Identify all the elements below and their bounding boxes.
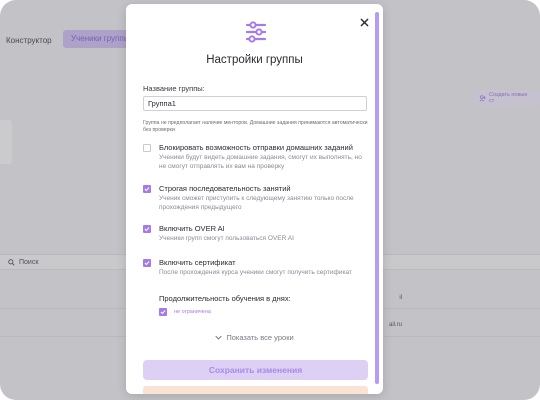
close-button[interactable] xyxy=(357,15,372,30)
chevron-down-icon xyxy=(215,335,222,340)
unlimited-label: не ограничена xyxy=(174,309,211,315)
option-title: Включить OVER AI xyxy=(159,224,225,233)
modal-scrollbar[interactable] xyxy=(375,12,379,384)
show-all-label: Показать все уроки xyxy=(226,333,294,342)
check-icon xyxy=(160,310,166,315)
option-title: Включить сертификат xyxy=(159,258,236,267)
check-icon xyxy=(144,227,150,232)
show-all-lessons-toggle[interactable]: Показать все уроки xyxy=(126,333,383,342)
option-title: Блокировать возможность отправки домашни… xyxy=(159,143,353,152)
option-description: Ученики групп смогут пользоваться OVER A… xyxy=(159,235,294,242)
checkbox-unlimited[interactable] xyxy=(159,308,167,316)
save-button[interactable]: Сохранить изменения xyxy=(143,360,368,380)
group-name-input[interactable] xyxy=(143,96,367,111)
group-settings-modal: Настройки группы Название группы: Группа… xyxy=(126,4,383,394)
scrollbar-thumb[interactable] xyxy=(375,12,379,384)
group-hint: Группа не предполагает наличие менторов.… xyxy=(143,120,368,133)
option-description: После прохождения курса ученики смогут п… xyxy=(159,269,352,276)
duration-label: Продолжительность обучения в днях: xyxy=(159,294,291,303)
option-description: Ученик сможет приступить к следующему за… xyxy=(159,195,354,211)
modal-title: Настройки группы xyxy=(206,54,303,66)
group-name-label: Название группы: xyxy=(143,84,205,93)
check-icon xyxy=(144,261,150,266)
next-button-peek[interactable] xyxy=(143,386,368,394)
sliders-icon xyxy=(245,21,267,43)
option-description: Ученики будут видеть домашние задания, с… xyxy=(159,154,362,170)
checkbox-block-homework[interactable] xyxy=(143,144,151,152)
checkbox-certificate[interactable] xyxy=(143,259,151,267)
checkbox-over-ai[interactable] xyxy=(143,225,151,233)
check-icon xyxy=(144,187,150,192)
app-frame: Конструктор Ученики группы Создать новые… xyxy=(0,0,540,400)
option-title: Строгая последовательность занятий xyxy=(159,184,291,193)
close-icon xyxy=(360,18,369,27)
checkbox-strict-order[interactable] xyxy=(143,185,151,193)
